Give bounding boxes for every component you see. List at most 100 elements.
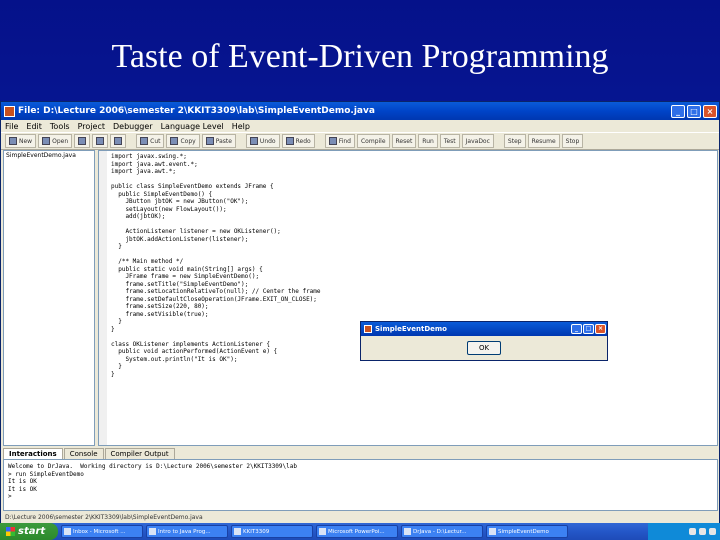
find-label: Find <box>338 137 351 145</box>
cut-button[interactable]: Cut <box>136 134 165 148</box>
redo-icon <box>285 137 294 145</box>
redo-label: Redo <box>295 137 311 145</box>
menu-language-level[interactable]: Language Level <box>161 122 224 131</box>
drjava-app-icon <box>4 105 15 117</box>
compile-button[interactable]: Compile <box>356 134 390 148</box>
taskbar-item-outlook[interactable]: Inbox - Microsoft ... <box>61 525 143 538</box>
stop-label: Stop <box>565 137 580 145</box>
save-button[interactable] <box>74 134 91 148</box>
open-label: Open <box>52 137 69 145</box>
source-code: import javax.swing.*; import java.awt.ev… <box>111 153 321 378</box>
antivirus-icon[interactable] <box>709 528 716 535</box>
dialog-title: SimpleEventDemo <box>375 325 447 333</box>
compile-label: Compile <box>360 137 386 145</box>
resume-button[interactable]: Resume <box>527 134 560 148</box>
simple-event-demo-frame: SimpleEventDemo _ □ × OK <box>360 321 608 361</box>
taskbar-item-drjava[interactable]: DrJava - D:\Lectur... <box>401 525 483 538</box>
open-folder-icon <box>42 137 51 145</box>
folder-icon <box>234 528 241 535</box>
dialog-minimize-button[interactable]: _ <box>571 324 582 334</box>
step-button[interactable]: Step <box>503 134 526 148</box>
reset-label: Reset <box>395 137 413 145</box>
javadoc-button[interactable]: JavaDoc <box>461 134 494 148</box>
java-app-icon <box>364 325 372 333</box>
menu-help[interactable]: Help <box>232 122 250 131</box>
stop-button[interactable]: Stop <box>561 134 584 148</box>
menu-file[interactable]: File <box>5 122 18 131</box>
taskbar-item-label: KKIT3309 <box>243 528 270 535</box>
interactions-pane[interactable]: Welcome to DrJava. Working directory is … <box>3 459 718 511</box>
window-titlebar[interactable]: File: D:\Lecture 2006\semester 2\KKIT330… <box>1 102 719 120</box>
paste-icon <box>205 137 214 145</box>
menu-bar: File Edit Tools Project Debugger Languag… <box>1 120 719 132</box>
step-label: Step <box>507 137 522 145</box>
menu-edit[interactable]: Edit <box>26 122 42 131</box>
menu-project[interactable]: Project <box>78 122 105 131</box>
test-button[interactable]: Test <box>439 134 460 148</box>
browser-icon <box>149 528 156 535</box>
menu-tools[interactable]: Tools <box>50 122 70 131</box>
save-all-button[interactable] <box>92 134 109 148</box>
undo-label: Undo <box>259 137 276 145</box>
java-icon <box>489 528 496 535</box>
taskbar-item-powerpoint[interactable]: Microsoft PowerPoi... <box>316 525 398 538</box>
start-button[interactable]: start <box>0 523 58 540</box>
paste-label: Paste <box>215 137 232 145</box>
taskbar-item-label: Microsoft PowerPoi... <box>328 528 385 535</box>
file-list-pane: SimpleEventDemo.java <box>3 150 95 446</box>
status-bar: D:\Lecture 2006\semester 2\KKIT3309\lab\… <box>5 514 203 521</box>
cut-label: Cut <box>150 137 161 145</box>
save-icon <box>78 137 87 145</box>
taskbar-item-label: Inbox - Microsoft ... <box>73 528 126 535</box>
drjava-icon <box>404 528 411 535</box>
code-editor[interactable]: import javax.swing.*; import java.awt.ev… <box>98 150 718 446</box>
save-all-icon <box>96 137 105 145</box>
new-button[interactable]: New <box>5 134 37 148</box>
outlook-icon <box>64 528 71 535</box>
tab-compiler-output[interactable]: Compiler Output <box>104 448 175 459</box>
ok-button[interactable]: OK <box>467 341 501 355</box>
start-label: start <box>18 526 46 537</box>
new-label: New <box>19 137 33 145</box>
bottom-tabs: Interactions Console Compiler Output <box>3 448 175 459</box>
taskbar-item-folder[interactable]: KKIT3309 <box>231 525 313 538</box>
new-file-icon <box>9 137 17 145</box>
drjava-window: File: D:\Lecture 2006\semester 2\KKIT330… <box>0 101 720 525</box>
resume-label: Resume <box>531 137 556 145</box>
dialog-maximize-button[interactable]: □ <box>583 324 594 334</box>
file-list-item[interactable]: SimpleEventDemo.java <box>6 152 92 159</box>
redo-button[interactable]: Redo <box>281 134 315 148</box>
dialog-titlebar[interactable]: SimpleEventDemo _ □ × <box>361 322 607 336</box>
close-file-button[interactable] <box>110 134 127 148</box>
toolbar: New Open Cut Copy Paste Undo Redo Find C… <box>1 132 719 150</box>
taskbar-item-label: DrJava - D:\Lectur... <box>413 528 467 535</box>
paste-button[interactable]: Paste <box>201 134 236 148</box>
window-title: File: D:\Lecture 2006\semester 2\KKIT330… <box>18 106 375 116</box>
run-label: Run <box>422 137 434 145</box>
windows-logo-icon <box>6 527 15 536</box>
close-button[interactable]: × <box>703 104 717 118</box>
volume-icon[interactable] <box>699 528 706 535</box>
copy-icon <box>170 137 179 145</box>
taskbar-item-label: SimpleEventDemo <box>498 528 549 535</box>
editor-gutter <box>99 151 107 445</box>
test-label: Test <box>443 137 456 145</box>
maximize-button[interactable]: □ <box>687 104 701 118</box>
reset-button[interactable]: Reset <box>391 134 417 148</box>
menu-debugger[interactable]: Debugger <box>113 122 153 131</box>
tab-console[interactable]: Console <box>63 448 104 459</box>
powerpoint-icon <box>319 528 326 535</box>
dialog-close-button[interactable]: × <box>595 324 606 334</box>
close-file-icon <box>114 137 123 145</box>
undo-button[interactable]: Undo <box>245 134 280 148</box>
minimize-button[interactable]: _ <box>671 104 685 118</box>
run-button[interactable]: Run <box>418 134 438 148</box>
open-button[interactable]: Open <box>38 134 73 148</box>
copy-button[interactable]: Copy <box>166 134 200 148</box>
javadoc-label: JavaDoc <box>465 137 490 145</box>
taskbar-item-simpleeventdemo[interactable]: SimpleEventDemo <box>486 525 568 538</box>
find-button[interactable]: Find <box>324 134 355 148</box>
network-icon[interactable] <box>689 528 696 535</box>
taskbar-item-browser[interactable]: Intro to Java Prog... <box>146 525 228 538</box>
tab-interactions[interactable]: Interactions <box>3 448 63 459</box>
